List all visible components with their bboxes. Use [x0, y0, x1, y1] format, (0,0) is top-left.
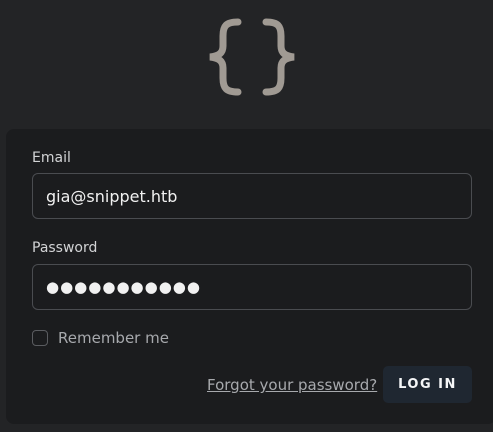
- password-field[interactable]: ●●●●●●●●●●●: [32, 264, 472, 310]
- login-card: Email gia@snippet.htb Password ●●●●●●●●●…: [6, 129, 493, 424]
- remember-me-row: Remember me: [32, 329, 169, 347]
- email-value: gia@snippet.htb: [46, 186, 178, 206]
- password-value: ●●●●●●●●●●●: [46, 278, 201, 296]
- email-label: Email: [32, 150, 71, 166]
- login-button[interactable]: LOG IN: [383, 366, 472, 403]
- remember-me-checkbox[interactable]: [32, 330, 48, 346]
- curly-braces-logo-icon: [206, 18, 298, 96]
- forgot-password-link[interactable]: Forgot your password?: [207, 376, 377, 394]
- remember-me-label[interactable]: Remember me: [58, 329, 169, 347]
- password-label: Password: [32, 240, 98, 256]
- email-field[interactable]: gia@snippet.htb: [32, 173, 472, 219]
